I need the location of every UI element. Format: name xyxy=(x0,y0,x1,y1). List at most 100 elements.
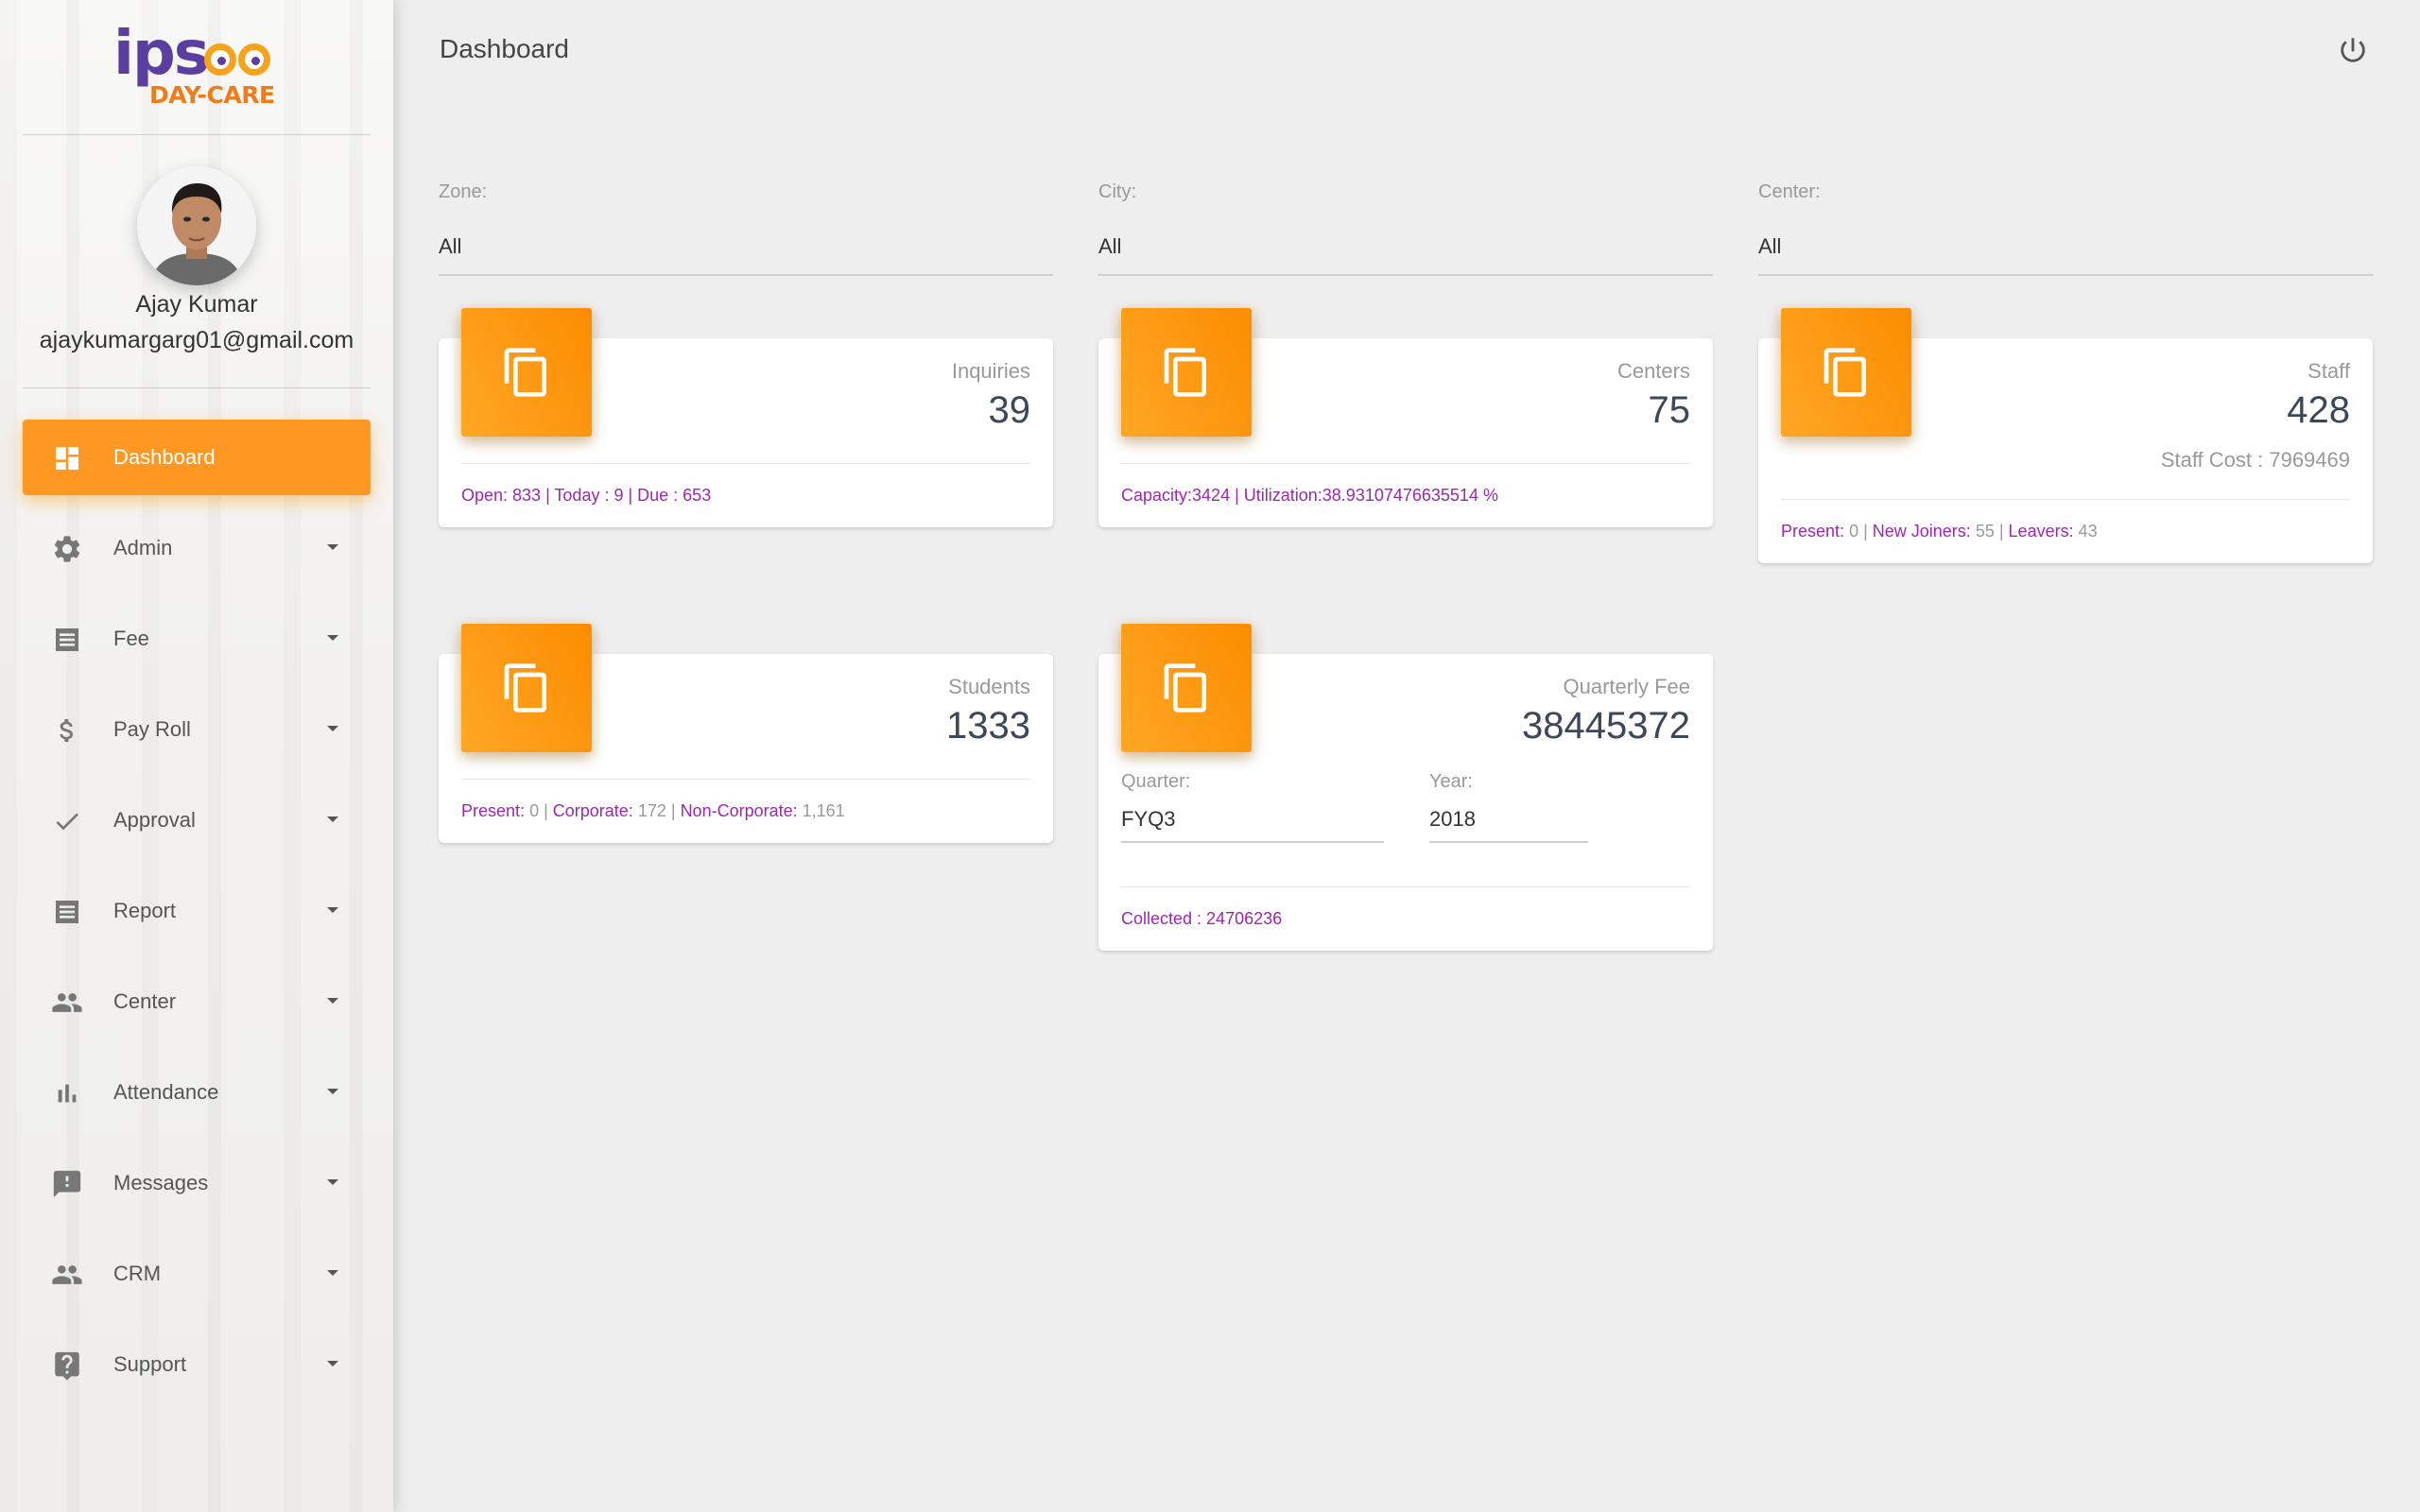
card-category: Students xyxy=(948,675,1030,698)
logo-eyes-icon xyxy=(204,43,272,80)
avatar[interactable] xyxy=(137,166,256,285)
help-icon xyxy=(51,1349,83,1382)
year-label: Year: xyxy=(1429,771,1473,792)
sidebar: ips DAY-CARE Ajay Kumar ajaykumargarg01@… xyxy=(0,0,393,1512)
sidebar-item-dashboard[interactable]: Dashboard xyxy=(23,420,371,495)
leavers-value: 43 xyxy=(2078,522,2098,541)
sidebar-item-label: Center xyxy=(113,989,177,1013)
card-divider xyxy=(461,779,1030,780)
noncorporate-label: Non-Corporate: xyxy=(680,801,798,820)
staff-cost: Staff Cost : 7969469 xyxy=(2160,448,2350,472)
present-value: 0 xyxy=(1849,522,1859,541)
gear-icon xyxy=(51,533,83,565)
sidebar-item-label: Report xyxy=(113,899,177,922)
people-icon xyxy=(51,987,83,1019)
card-footer: Capacity:3424 | Utilization:38.931074766… xyxy=(1121,486,1498,505)
chevron-down-icon xyxy=(327,726,338,731)
sidebar-item-support[interactable]: Support xyxy=(23,1327,371,1402)
sidebar-item-label: Fee xyxy=(113,627,149,650)
check-icon xyxy=(51,805,83,837)
present-label: Present: xyxy=(1781,522,1845,541)
chevron-down-icon xyxy=(327,1089,338,1094)
user-email: ajaykumargarg01@gmail.com xyxy=(39,327,354,353)
dashboard-icon xyxy=(51,442,83,474)
sidebar-item-admin[interactable]: Admin xyxy=(23,510,371,586)
receipt-icon xyxy=(51,624,83,656)
card-value: 39 xyxy=(988,389,1031,431)
year-value: 2018 xyxy=(1429,807,1476,831)
inquiries-card: Inquiries 39 Open: 833 | Today : 9 | Due… xyxy=(439,308,1053,527)
sidebar-nav: Dashboard Admin Fee Pay Roll Approval Re… xyxy=(23,420,371,1418)
staff-card: Staff 428 Staff Cost : 7969469 Present: … xyxy=(1758,308,2373,563)
center-select[interactable]: Center: All xyxy=(1758,181,2373,276)
card-category: Inquiries xyxy=(951,359,1030,383)
city-underline xyxy=(1098,274,1713,276)
corporate-value: 172 xyxy=(637,801,666,820)
chevron-down-icon xyxy=(327,816,338,822)
sidebar-item-approval[interactable]: Approval xyxy=(23,782,371,858)
dollar-icon xyxy=(51,714,83,747)
card-category: Centers xyxy=(1616,359,1690,383)
quarter-select[interactable]: Quarter: FYQ3 xyxy=(1121,771,1384,843)
card-divider xyxy=(1121,886,1690,887)
students-card: Students 1333 Present: 0 | Corporate: 17… xyxy=(439,624,1053,843)
logo-main-text: ips xyxy=(113,19,210,89)
sidebar-item-messages[interactable]: Messages xyxy=(23,1145,371,1221)
quarter-label: Quarter: xyxy=(1121,771,1191,792)
sidebar-item-label: Messages xyxy=(113,1171,209,1194)
card-divider xyxy=(1121,463,1690,464)
card-value: 38445372 xyxy=(1522,705,1690,747)
zone-select[interactable]: Zone: All xyxy=(439,181,1053,276)
copy-icon xyxy=(1121,624,1252,752)
chevron-down-icon xyxy=(327,1179,338,1185)
report-icon xyxy=(51,896,83,928)
sidebar-item-label: Support xyxy=(113,1352,187,1376)
joiners-value: 55 xyxy=(1975,522,1995,541)
chevron-down-icon xyxy=(327,635,338,641)
center-value: All xyxy=(1758,234,1782,258)
sidebar-item-attendance[interactable]: Attendance xyxy=(23,1055,371,1130)
sidebar-divider xyxy=(23,387,371,388)
card-value: 1333 xyxy=(946,705,1030,747)
city-value: All xyxy=(1098,234,1122,258)
center-label: Center: xyxy=(1758,181,1821,202)
zone-value: All xyxy=(439,234,462,258)
present-label: Present: xyxy=(461,801,526,820)
zone-label: Zone: xyxy=(439,181,488,202)
sidebar-item-report[interactable]: Report xyxy=(23,873,371,949)
card-footer: Present: 0 | New Joiners: 55 | Leavers: … xyxy=(1781,522,2098,541)
page-title: Dashboard xyxy=(440,34,569,63)
sidebar-item-crm[interactable]: CRM xyxy=(23,1236,371,1312)
card-footer: Open: 833 | Today : 9 | Due : 653 xyxy=(461,486,712,505)
user-name: Ajay Kumar xyxy=(135,291,258,318)
joiners-label: New Joiners: xyxy=(1872,522,1971,541)
card-value: 75 xyxy=(1648,389,1691,431)
quarterly-fee-card: Quarterly Fee 38445372 Quarter: FYQ3 Yea… xyxy=(1098,624,1713,951)
sidebar-item-label: Pay Roll xyxy=(113,717,191,741)
sidebar-item-payroll[interactable]: Pay Roll xyxy=(23,692,371,767)
people-icon xyxy=(51,1259,83,1291)
copy-icon xyxy=(461,624,592,752)
center-underline xyxy=(1758,274,2373,276)
copy-icon xyxy=(1121,308,1252,437)
year-underline xyxy=(1429,841,1588,843)
noncorporate-value: 1,161 xyxy=(802,801,845,820)
leavers-label: Leavers: xyxy=(2008,522,2074,541)
ipsaa-logo[interactable]: ips DAY-CARE xyxy=(113,19,280,112)
sidebar-divider xyxy=(23,134,371,135)
card-category: Quarterly Fee xyxy=(1563,675,1691,698)
power-icon[interactable] xyxy=(2337,34,2369,66)
card-category: Staff xyxy=(2308,359,2350,383)
sidebar-item-label: Approval xyxy=(113,808,196,832)
message-alert-icon xyxy=(51,1168,83,1200)
sidebar-item-label: Attendance xyxy=(113,1080,219,1104)
sidebar-item-fee[interactable]: Fee xyxy=(23,601,371,677)
user-photo xyxy=(137,166,256,285)
card-divider xyxy=(461,463,1030,464)
year-select[interactable]: Year: 2018 xyxy=(1429,771,1588,843)
copy-icon xyxy=(461,308,592,437)
sidebar-item-center[interactable]: Center xyxy=(23,964,371,1040)
city-select[interactable]: City: All xyxy=(1098,181,1713,276)
card-footer: Present: 0 | Corporate: 172 | Non-Corpor… xyxy=(461,801,845,820)
chevron-down-icon xyxy=(327,907,338,913)
